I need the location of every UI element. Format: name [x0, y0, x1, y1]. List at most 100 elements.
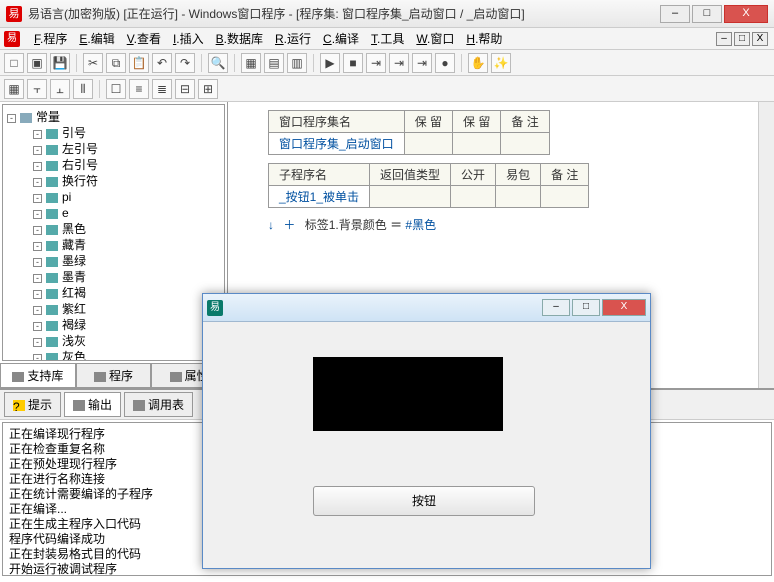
mdi-minimize-button[interactable]: –	[716, 32, 732, 46]
breakpoint-button[interactable]: ●	[435, 53, 455, 73]
expand-icon[interactable]: -	[33, 322, 42, 331]
open-button[interactable]: ▣	[27, 53, 47, 73]
align-button-9[interactable]: ⊞	[198, 79, 218, 99]
align-button-5[interactable]: ☐	[106, 79, 126, 99]
tree-item[interactable]: -pi	[7, 189, 220, 205]
expand-icon[interactable]: -	[33, 258, 42, 267]
expand-icon[interactable]: -	[33, 146, 42, 155]
highlight-icon[interactable]: ✨	[491, 53, 511, 73]
tree-item[interactable]: -褐绿	[7, 317, 220, 333]
minimize-button[interactable]: –	[660, 5, 690, 23]
tree-item[interactable]: -紫红	[7, 301, 220, 317]
align-button-4[interactable]: ⫴	[73, 79, 93, 99]
td-remark[interactable]	[501, 133, 549, 155]
expand-icon[interactable]: -	[33, 194, 42, 203]
layout3-button[interactable]: ▥	[287, 53, 307, 73]
maximize-button[interactable]: □	[692, 5, 722, 23]
runwin-maximize-button[interactable]: □	[572, 299, 600, 316]
layout1-button[interactable]: ▦	[241, 53, 261, 73]
menu-compile[interactable]: C.编译	[317, 28, 365, 49]
td-public[interactable]	[451, 186, 496, 208]
tab-support-lib[interactable]: 支持库	[0, 364, 76, 388]
collapse-icon[interactable]: -	[7, 114, 16, 123]
mdi-close-button[interactable]: X	[752, 32, 768, 46]
align-button-1[interactable]: ▦	[4, 79, 24, 99]
mdi-restore-button[interactable]: □	[734, 32, 750, 46]
expand-icon[interactable]: -	[33, 210, 42, 219]
tab-callstack[interactable]: 调用表	[124, 392, 193, 417]
expand-icon[interactable]: -	[33, 242, 42, 251]
step-button[interactable]: ⇥	[366, 53, 386, 73]
tree-item[interactable]: -藏青	[7, 237, 220, 253]
td-return-type[interactable]	[370, 186, 451, 208]
tree-item[interactable]: -引号	[7, 125, 220, 141]
menu-insert[interactable]: I.插入	[167, 28, 210, 49]
menu-database[interactable]: B.数据库	[210, 28, 269, 49]
running-window[interactable]: 易 – □ X 按钮	[202, 293, 651, 569]
tree-item[interactable]: -黑色	[7, 221, 220, 237]
paste-button[interactable]: 📋	[129, 53, 149, 73]
expand-icon[interactable]: -	[33, 162, 42, 171]
tree-item[interactable]: -浅灰	[7, 333, 220, 349]
hand-icon[interactable]: ✋	[468, 53, 488, 73]
expand-icon[interactable]: -	[33, 354, 42, 361]
menu-edit[interactable]: E.编辑	[73, 28, 120, 49]
menu-view[interactable]: V.查看	[121, 28, 167, 49]
save-button[interactable]: 💾	[50, 53, 70, 73]
find-button[interactable]: 🔍	[208, 53, 228, 73]
tree-item[interactable]: -灰色	[7, 349, 220, 361]
align-button-7[interactable]: ≣	[152, 79, 172, 99]
td-reserved1[interactable]	[404, 133, 452, 155]
runwin-minimize-button[interactable]: –	[542, 299, 570, 316]
align-button-3[interactable]: ⫠	[50, 79, 70, 99]
cut-button[interactable]: ✂	[83, 53, 103, 73]
button1[interactable]: 按钮	[313, 486, 535, 516]
layout2-button[interactable]: ▤	[264, 53, 284, 73]
copy-button[interactable]: ⧉	[106, 53, 126, 73]
runwin-titlebar[interactable]: 易 – □ X	[203, 294, 650, 322]
close-button[interactable]: X	[724, 5, 768, 23]
menu-help[interactable]: H.帮助	[460, 28, 508, 49]
tree-root[interactable]: -常量	[7, 109, 220, 125]
tree-item[interactable]: -墨绿	[7, 253, 220, 269]
expand-icon[interactable]: -	[33, 306, 42, 315]
code-scrollbar[interactable]	[758, 102, 774, 388]
expand-icon[interactable]: -	[33, 274, 42, 283]
tab-output[interactable]: 输出	[64, 392, 121, 417]
tree-item[interactable]: -右引号	[7, 157, 220, 173]
tree-item[interactable]: -墨青	[7, 269, 220, 285]
menu-tools[interactable]: T.工具	[365, 28, 410, 49]
td-set-name[interactable]: 窗口程序集_启动窗口	[269, 133, 405, 155]
td-epkg[interactable]	[496, 186, 541, 208]
tab-hint[interactable]: ?提示	[4, 392, 61, 417]
runwin-close-button[interactable]: X	[602, 299, 646, 316]
expand-icon[interactable]: -	[33, 338, 42, 347]
menu-program[interactable]: F.程序	[28, 28, 73, 49]
stop-button[interactable]: ■	[343, 53, 363, 73]
new-button[interactable]: □	[4, 53, 24, 73]
constant-tree[interactable]: -常量 -引号-左引号-右引号-换行符-pi-e-黑色-藏青-墨绿-墨青-红褐-…	[2, 104, 225, 361]
menu-window[interactable]: W.窗口	[410, 28, 460, 49]
code-line[interactable]: ↓ ＋ 标签1.背景颜色 ＝ #黑色	[268, 216, 766, 233]
tree-item[interactable]: -左引号	[7, 141, 220, 157]
align-button-2[interactable]: ⫟	[27, 79, 47, 99]
expand-icon[interactable]: -	[33, 178, 42, 187]
menu-run[interactable]: R.运行	[269, 28, 317, 49]
step-over-button[interactable]: ⇥	[389, 53, 409, 73]
td-sub-remark[interactable]	[541, 186, 589, 208]
undo-button[interactable]: ↶	[152, 53, 172, 73]
run-button[interactable]: ▶	[320, 53, 340, 73]
align-button-8[interactable]: ⊟	[175, 79, 195, 99]
expand-icon[interactable]: -	[33, 130, 42, 139]
align-button-6[interactable]: ≡	[129, 79, 149, 99]
td-sub-name[interactable]: _按钮1_被单击	[269, 186, 370, 208]
tree-item[interactable]: -换行符	[7, 173, 220, 189]
tree-item[interactable]: -红褐	[7, 285, 220, 301]
expand-icon[interactable]: -	[33, 290, 42, 299]
tree-item[interactable]: -e	[7, 205, 220, 221]
expand-icon[interactable]: -	[33, 226, 42, 235]
tab-program[interactable]: 程序	[76, 364, 152, 388]
step-out-button[interactable]: ⇥	[412, 53, 432, 73]
td-reserved2[interactable]	[453, 133, 501, 155]
redo-button[interactable]: ↷	[175, 53, 195, 73]
